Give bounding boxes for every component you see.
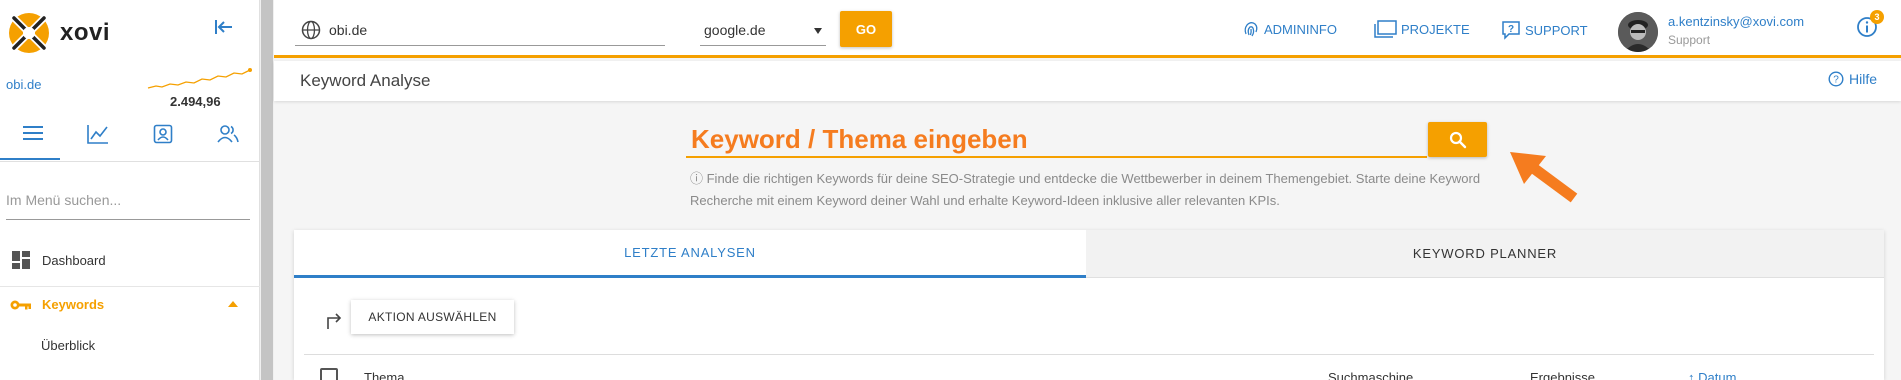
logo-text: xovi — [60, 19, 111, 46]
top-bar: obi.de google.de GO ADMININFO PROJEKTE ?… — [274, 0, 1901, 58]
notification-badge: 3 — [1870, 10, 1884, 24]
sidebar-scrollbar-thumb[interactable] — [261, 0, 273, 380]
user-email[interactable]: a.kentzinsky@xovi.com — [1668, 14, 1804, 29]
collapse-left-icon — [215, 20, 232, 34]
sidebar-nav-tabs — [0, 118, 260, 162]
tab-keyword-planner[interactable]: KEYWORD PLANNER — [1086, 230, 1884, 278]
nav-divider — [0, 161, 260, 162]
sidebar-item-label: Dashboard — [42, 252, 106, 268]
users-icon — [216, 125, 239, 143]
select-all-checkbox[interactable] — [320, 368, 338, 380]
sidebar-item-ueberblick[interactable]: Überblick — [0, 327, 260, 363]
support-link[interactable]: ? SUPPORT — [1501, 20, 1588, 40]
help-label: Hilfe — [1849, 71, 1878, 87]
active-tab-indicator — [0, 158, 60, 160]
folders-icon — [1374, 20, 1397, 38]
search-engine-value: google.de — [704, 21, 766, 38]
svg-text:?: ? — [1508, 24, 1514, 35]
caret-up-icon — [228, 301, 238, 307]
column-header-datum[interactable]: ↑ Datum — [1688, 370, 1736, 380]
admininfo-label: ADMININFO — [1264, 21, 1337, 37]
domain-link[interactable]: obi.de — [6, 77, 41, 92]
avatar[interactable] — [1618, 12, 1658, 52]
dashboard-icon — [0, 251, 42, 269]
svg-text:?: ? — [1833, 75, 1839, 86]
projekte-label: PROJEKTE — [1401, 21, 1470, 37]
tab-menu[interactable] — [0, 118, 65, 162]
table-divider — [304, 354, 1874, 355]
keyword-search-hint: ⓘ Finde die richtigen Keywords für deine… — [690, 171, 1481, 208]
search-icon — [1449, 131, 1466, 148]
contact-icon — [153, 124, 172, 144]
fingerprint-icon — [1244, 22, 1258, 37]
help-icon: ? — [1828, 71, 1844, 87]
sidebar-item-label: Überblick — [41, 337, 96, 353]
xovi-logo[interactable]: xovi — [6, 10, 110, 56]
tab-charts[interactable] — [65, 118, 130, 162]
help-link[interactable]: ? Hilfe — [1828, 71, 1877, 87]
visibility-value: 2.494,96 — [170, 94, 221, 109]
sidebar-item-dashboard[interactable]: Dashboard — [0, 242, 260, 278]
user-photo — [1618, 12, 1658, 52]
support-chat-icon: ? — [1502, 21, 1520, 40]
tab-users[interactable] — [195, 118, 260, 162]
sidebar-item-keywords[interactable]: Keywords — [0, 286, 260, 322]
tab-letzte-analysen[interactable]: LETZTE ANALYSEN — [294, 230, 1086, 278]
pointer-arrow-icon — [1510, 152, 1578, 203]
select-action-button[interactable]: AKTION AUSWÄHLEN — [351, 300, 514, 334]
column-header-ergebnisse[interactable]: Ergebnisse — [1530, 370, 1595, 380]
chart-icon — [86, 125, 108, 144]
key-icon — [0, 299, 42, 311]
redo-arrow-icon — [327, 313, 342, 329]
domain-input-value: obi.de — [329, 21, 368, 38]
page-title: Keyword Analyse — [300, 71, 431, 90]
menu-search-input[interactable]: Im Menü suchen... — [6, 190, 250, 220]
support-label: SUPPORT — [1525, 22, 1588, 38]
analysis-card: LETZTE ANALYSEN KEYWORD PLANNER AKTION A… — [294, 230, 1884, 380]
keyword-search-button[interactable] — [1428, 122, 1487, 157]
column-header-suchmaschine[interactable]: Suchmaschine — [1328, 370, 1413, 380]
collapse-sidebar-button[interactable] — [214, 18, 234, 41]
admininfo-link[interactable]: ADMININFO — [1242, 20, 1337, 38]
tab-contacts[interactable] — [130, 118, 195, 162]
page-header: Keyword Analyse ? Hilfe — [274, 61, 1901, 101]
column-header-thema[interactable]: Thema — [364, 370, 404, 380]
xovi-logo-icon — [6, 10, 52, 56]
chevron-down-icon — [814, 28, 822, 34]
menu-icon — [22, 126, 43, 140]
sidebar-item-label: Keywords — [42, 297, 105, 312]
projekte-link[interactable]: PROJEKTE — [1373, 20, 1470, 38]
globe-icon — [301, 20, 321, 39]
keyword-search-input[interactable]: Keyword / Thema eingeben — [686, 122, 1427, 158]
sidebar: xovi obi.de 2.494,96 Im Menü suchen... D… — [0, 0, 260, 380]
go-button[interactable]: GO — [840, 11, 892, 47]
sparkline-chart — [147, 68, 252, 89]
search-engine-select[interactable]: google.de — [700, 14, 826, 46]
user-role: Support — [1668, 33, 1711, 47]
domain-input[interactable]: obi.de — [295, 14, 665, 46]
